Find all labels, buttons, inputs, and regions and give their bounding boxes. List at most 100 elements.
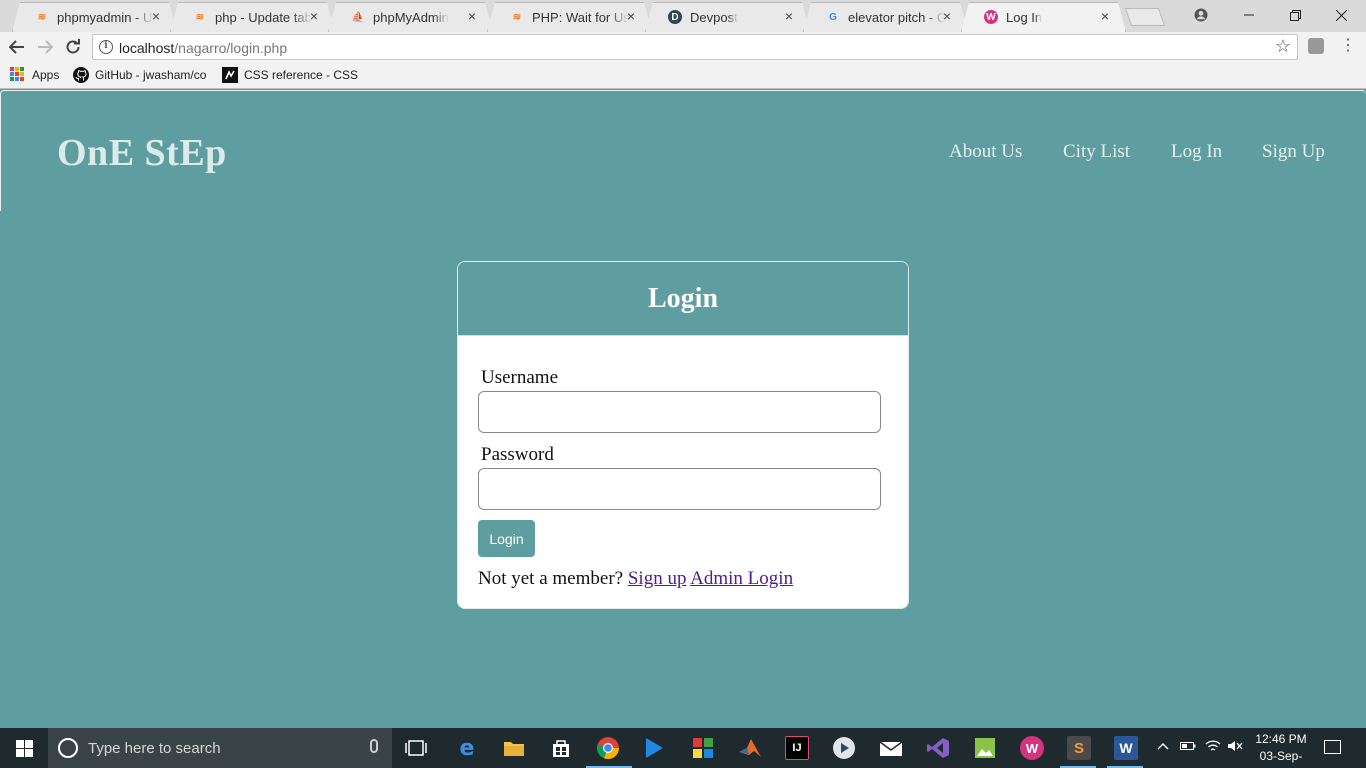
new-tab-button[interactable] — [1124, 8, 1166, 26]
username-label: Username — [481, 367, 559, 388]
matlab-icon[interactable] — [738, 736, 762, 760]
url-path: /nagarro/login.php — [174, 40, 288, 56]
system-clock[interactable]: 12:46 PM 03-Sep-17 — [1253, 731, 1309, 768]
browser-tab[interactable]: ≋ php - Update table × — [170, 2, 335, 32]
restore-button[interactable] — [1272, 0, 1318, 30]
bookmark-github[interactable]: GitHub - jwasham/co — [73, 67, 213, 83]
phpmyadmin-icon: ⛵ — [351, 11, 365, 23]
volume-muted-icon[interactable] — [1227, 739, 1243, 756]
bookmark-label: Apps — [32, 68, 60, 82]
close-window-button[interactable] — [1318, 0, 1364, 30]
show-hidden-icons-icon[interactable] — [1157, 739, 1169, 754]
bookmark-css-reference[interactable]: CSS reference - CSS | — [222, 67, 362, 83]
github-icon — [73, 67, 89, 83]
store-icon[interactable] — [549, 736, 573, 760]
sublime-text-icon[interactable]: S — [1067, 736, 1091, 760]
stack-overflow-icon: ≋ — [195, 11, 205, 23]
action-center-icon[interactable] — [1324, 740, 1341, 754]
close-tab-icon[interactable]: × — [783, 10, 795, 22]
bookmark-apps[interactable]: Apps — [10, 67, 59, 83]
close-tab-icon[interactable]: × — [308, 10, 320, 22]
minimize-button[interactable] — [1226, 0, 1272, 30]
google-icon: G — [829, 11, 837, 23]
admin-login-link[interactable]: Admin Login — [690, 568, 793, 589]
windows-logo-icon — [15, 739, 33, 757]
wifi-icon[interactable] — [1205, 739, 1221, 756]
back-arrow-icon[interactable] — [6, 36, 28, 58]
browser-tab[interactable]: ≋ PHP: Wait for User × — [487, 2, 652, 32]
url-text[interactable]: localhost/nagarro/login.php — [119, 40, 287, 56]
edge-icon[interactable]: e — [455, 736, 479, 761]
bookmarks-bar: Apps GitHub - jwasham/co CSS reference -… — [0, 62, 1366, 89]
tab-title: Log In — [1006, 9, 1043, 25]
login-form: Username Password Login Not yet a member… — [458, 336, 908, 608]
password-input[interactable] — [478, 468, 881, 510]
nav-city-list[interactable]: City List — [1063, 141, 1130, 163]
site-brand[interactable]: OnE StEp — [57, 131, 227, 175]
browser-tab[interactable]: ⛵ phpMyAdmin × — [328, 2, 493, 32]
signup-link[interactable]: Sign up — [628, 568, 687, 589]
tab-title: phpmyadmin - Up — [57, 9, 154, 25]
tab-title: elevator pitch - Go — [848, 9, 945, 25]
chrome-menu-icon[interactable]: ⋮ — [1340, 36, 1356, 58]
close-tab-icon[interactable]: × — [941, 10, 953, 22]
address-bar[interactable]: i localhost/nagarro/login.php ☆ — [92, 34, 1298, 60]
browser-tab[interactable]: D Devpost × — [645, 2, 810, 32]
tab-title: php - Update table — [215, 9, 312, 25]
media-player-icon[interactable] — [642, 736, 666, 760]
start-button[interactable] — [0, 728, 48, 768]
stack-overflow-icon: ≋ — [37, 11, 47, 23]
taskbar-search[interactable]: Type here to search — [48, 728, 392, 768]
mail-icon[interactable] — [879, 736, 903, 760]
tab-strip: ≋ phpmyadmin - Up × ≋ php - Update table ×… — [0, 0, 1366, 32]
bookmark-label: GitHub - jwasham/co — [95, 68, 207, 82]
browser-tab[interactable]: ≋ phpmyadmin - Up × — [12, 2, 177, 32]
browser-toolbar: i localhost/nagarro/login.php ☆ ⋮ — [0, 32, 1366, 62]
vlc-icon[interactable] — [832, 736, 856, 760]
close-tab-icon[interactable]: × — [1099, 10, 1111, 22]
tab-title: phpMyAdmin — [373, 9, 449, 25]
word-icon[interactable]: W — [1114, 736, 1138, 760]
task-view-icon[interactable] — [404, 736, 428, 760]
cortana-icon — [58, 738, 78, 758]
username-input[interactable] — [478, 391, 881, 433]
file-explorer-icon[interactable] — [502, 736, 526, 760]
intellij-icon[interactable]: IJ — [785, 736, 809, 760]
clock-time: 12:46 PM — [1255, 732, 1307, 746]
nav-log-in[interactable]: Log In — [1171, 141, 1222, 163]
site-header: OnE StEp About Us City List Log In Sign … — [0, 90, 1366, 211]
member-prompt: Not yet a member? Sign up Admin Login — [478, 568, 793, 590]
info-icon[interactable]: i — [99, 40, 113, 54]
login-title: Login — [647, 282, 719, 314]
url-host: localhost — [119, 40, 175, 56]
forward-arrow-icon[interactable] — [34, 36, 56, 58]
battery-icon[interactable] — [1180, 739, 1196, 754]
close-tab-icon[interactable]: × — [150, 10, 162, 22]
wamp-icon[interactable]: W — [1020, 736, 1044, 760]
microphone-icon[interactable] — [370, 739, 378, 753]
app-grid-icon[interactable] — [691, 736, 715, 760]
close-tab-icon[interactable]: × — [625, 10, 637, 22]
browser-tab[interactable]: Gelevator pitch - Go × — [803, 2, 968, 32]
profile-icon[interactable] — [1178, 0, 1224, 30]
photo-app-icon[interactable] — [973, 736, 997, 760]
search-placeholder: Type here to search — [88, 739, 221, 757]
chrome-icon[interactable] — [596, 736, 620, 760]
bookmark-star-icon[interactable]: ☆ — [1275, 36, 1291, 57]
visual-studio-icon[interactable] — [926, 736, 950, 760]
reload-icon[interactable] — [62, 36, 84, 58]
nav-about-us[interactable]: About Us — [949, 141, 1022, 163]
close-tab-icon[interactable]: × — [466, 10, 478, 22]
wamp-icon: W — [984, 10, 998, 24]
tab-title: Devpost — [690, 9, 738, 25]
login-card: Login Username Password Login Not yet a … — [457, 261, 909, 609]
password-label: Password — [481, 444, 554, 465]
windows-taskbar: Type here to search e IJ W S W 12:46 PM … — [0, 728, 1366, 768]
browser-tab-active[interactable]: W Log In × — [961, 2, 1126, 32]
extension-icon[interactable] — [1308, 38, 1324, 54]
bookmark-label: CSS reference - CSS | — [244, 68, 362, 82]
page-viewport: OnE StEp About Us City List Log In Sign … — [0, 90, 1366, 728]
apps-grid-icon — [10, 67, 26, 83]
login-submit-button[interactable]: Login — [478, 520, 535, 557]
nav-sign-up[interactable]: Sign Up — [1262, 141, 1325, 163]
